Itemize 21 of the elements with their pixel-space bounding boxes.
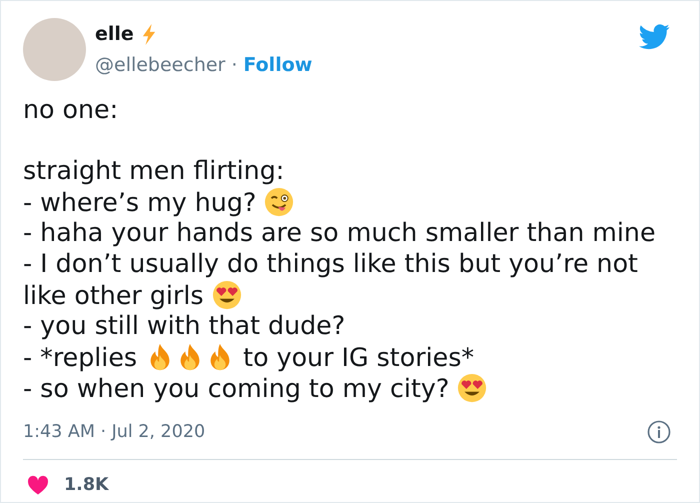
lightning-icon [142,24,156,45]
like-count: 1.8K [64,474,109,498]
tweet-text-line: - so when you coming to my city? [23,373,677,405]
tweet-text-line: - *replies to your IG stories* [23,342,476,374]
author-handle[interactable]: @ellebeecher [95,50,226,79]
tweet-text-line: - where’s my hug? [23,186,677,218]
tweet-text-line: - I don’t usually do things like this but you’re not like other girls [23,248,639,312]
tweet-text-line: straight men flirting: [23,156,286,187]
heart-icon[interactable] [27,475,49,496]
tweet-timestamp[interactable]: 1:43 AM · Jul 2, 2020 [23,418,206,446]
heart-eyes-emoji-icon [457,373,488,404]
bird-logo-icon[interactable] [639,24,670,50]
heart-eyes-emoji-icon [212,280,242,310]
tweet-text-line: - haha your hands are so much smaller than mine [23,218,657,249]
author-name[interactable]: elle [95,20,134,48]
winking-tongue-emoji-icon [264,186,294,217]
info-icon[interactable] [647,420,671,444]
tweet-text-line: - you still with that dude? [23,311,346,342]
separator-dot: · [231,52,238,78]
tweet-text-line: no one: [23,95,120,126]
follow-link[interactable]: Follow [243,50,312,79]
